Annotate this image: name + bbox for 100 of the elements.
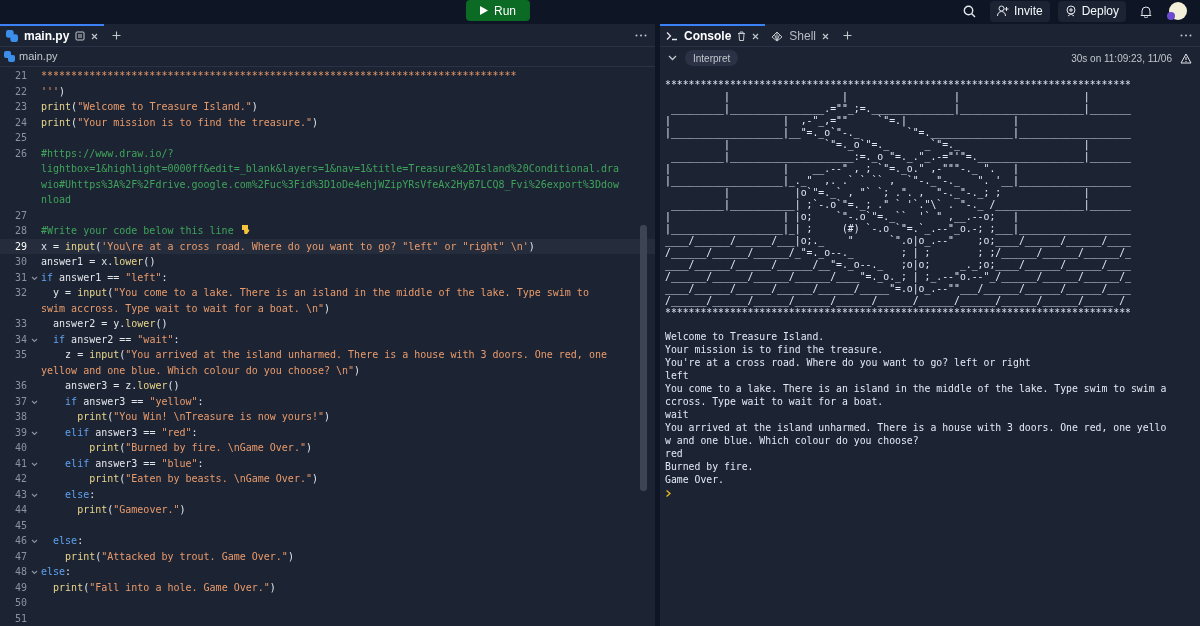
code-line: ******************************************************************************* (41, 70, 517, 81)
ascii-art: ******************************************************************************* | | | | _________|________________.=""_;=.______________|_____________________|_______ | | ,-"_,="" `"=.| | |___________________|__"=._o`"-._ `"=.______________|___________________ | `"=._o`"=._ _`"=._ | _________|_____________________:=._o "=._."_.-="'"=.__________________|_______ | | __.--" , ; `"=._o." ,-"""-._ ". | |___________________|_._" ,. .` ` `` , `"-._"-._ ". '__|___________________ | |o`"=._` , "` `; .". , "-._"-._; ; | _________|___________| ;`-.o`"=._; ." ` '`."\` . "-._ /_______________|_______ | | |o; `"-.o`"=._`` '` " ,__.--o; | |___________________|_| ; (#) `-.o `"=.`_.--"_o.-; ;___|___________________ ____/______/______/___|o;._ " `".o|o_.--" ;o;____/______/______/____ /______/______/______/_"=._o--._ ; | ; ; ;/______/______/______/_ ____/______/______/______/__"=._o--._ ;o|o; _._;o;____/______/______/____ /______/______/______/______/____"=._o._; | ;_.--"o.--"_/______/______/______/_ ____/______/______/______/______/_____"=.o|o_.--""___/______/______/______/____ /______/______/______/______/______/______/______/______/______/______/_____ / ******************************************************************************* (665, 79, 1131, 319)
console-output-line: You're at a cross road. Where do you want to go? left or right (665, 356, 1032, 369)
invite-button[interactable]: Invite (989, 0, 1050, 22)
line-number: 22 (13, 84, 27, 99)
line-number: 21 (13, 69, 27, 83)
line-number: 32 (13, 286, 27, 300)
line-number: 37 (13, 394, 27, 409)
run-button[interactable]: Run (466, 0, 530, 21)
line-number: 36 (13, 379, 27, 393)
chevron-down-icon[interactable] (668, 55, 677, 61)
code-line: print("Eaten by beasts. \nGame Over.") (88, 473, 318, 484)
console-output-line: wait (665, 408, 690, 421)
code-line: print("Your mission is to find the treasure.") (41, 116, 318, 128)
console-output-line: Welcome to Treasure Island. (665, 330, 826, 343)
code-line: ''') (41, 85, 66, 97)
console-output-line: You come to a lake. There is an island in the middle of the lake. Type swim to swim accross. Type wait to wait for a boat. (665, 382, 1168, 408)
line-number: 45 (13, 518, 27, 533)
close-icon[interactable] (752, 32, 760, 40)
code-line: else: (41, 566, 72, 577)
close-icon[interactable] (91, 32, 99, 40)
prompt-icon (666, 490, 671, 497)
line-number: 41 (13, 456, 27, 471)
code-line: z = input("You arrived at the island unharmed. There is a house with 3 doors. One red, one yellow and one blue. Which colour do you choose? \n") (41, 349, 608, 376)
play-icon (480, 6, 488, 15)
line-number: 48 (13, 565, 27, 579)
code-line: else: (64, 488, 96, 500)
line-number: 34 (13, 332, 27, 347)
fold-chevron-icon[interactable] (30, 399, 38, 405)
line-number: 24 (13, 115, 27, 130)
terminal-icon (666, 31, 678, 41)
code-line: if answer1 == "left": (41, 271, 168, 283)
code-line: elif answer3 == "red": (64, 426, 198, 438)
code-line: answer1 = x.lower() (41, 256, 156, 267)
tab[interactable]: main.py (0, 23, 105, 47)
warning-icon[interactable] (1180, 52, 1192, 64)
line-number: 49 (13, 580, 27, 595)
console-output-line: Burned by fire. (665, 460, 755, 473)
line-number: 33 (13, 317, 27, 331)
console-output-line: Your mission is to find the treasure. (665, 343, 885, 356)
search-icon[interactable] (962, 4, 976, 18)
code-line: answer2 = y.lower() (52, 318, 168, 329)
line-number: 50 (13, 596, 27, 610)
interpret-button[interactable]: Interpret (685, 50, 739, 66)
breadcrumb-item[interactable]: main.py (19, 48, 58, 65)
add-tab-icon[interactable] (112, 30, 122, 40)
trash-icon[interactable] (737, 31, 747, 41)
shell-icon (771, 30, 784, 42)
line-number: 25 (13, 131, 27, 145)
fold-chevron-icon[interactable] (30, 430, 38, 436)
code-line: print("Fall into a hole. Game Over.") (52, 581, 276, 593)
code-line: answer3 = z.lower() (64, 380, 180, 391)
fold-chevron-icon[interactable] (30, 275, 38, 281)
fold-chevron-icon[interactable] (30, 539, 38, 544)
deploy-button[interactable]: Deploy (1057, 0, 1126, 22)
line-number: 38 (13, 410, 27, 424)
code-line: else: (52, 535, 84, 546)
python-file-icon (4, 51, 15, 62)
add-tab-icon[interactable] (843, 30, 853, 40)
code-line: elif answer3 == "blue": (64, 457, 204, 469)
line-number: 27 (13, 208, 27, 223)
more-icon[interactable] (635, 33, 647, 37)
line-number: 26 (13, 146, 27, 161)
code-line: y = input("You come to a lake. There is an island in the middle of the lake. Type swim to swim accross. Type wait to wait for a boat. \n") (41, 287, 590, 314)
line-number: 46 (13, 534, 27, 548)
scrollbar-thumb[interactable] (640, 225, 647, 491)
fold-chevron-icon[interactable] (30, 337, 38, 343)
code-line: print("Burned by fire. \nGame Over.") (88, 442, 312, 453)
notification-bell-icon[interactable] (1140, 4, 1152, 18)
code-line: x = input('You\re at a cross road. Where do you want to go? "left" or "right" \n') (41, 240, 535, 252)
tab[interactable]: Shell (765, 23, 836, 47)
close-icon[interactable] (822, 32, 830, 40)
line-number: 23 (13, 100, 27, 114)
add-person-icon (996, 5, 1009, 17)
line-number: 44 (13, 503, 27, 517)
line-number: 31 (13, 270, 27, 285)
code-line: #https://www.draw.io/?lightbox=1&highlight=0000ff&edit=_blank&layers=1&nav=1&title=Treasure%20Island%20Conditional.drawio#Uhttps%3A%2F%2Fdrive.google.com%2Fuc%3Fid%3D1oDe4ehjWZipYRsVfeAx2HyB7LCQ8_Fvi%26export%3Ddownload (41, 147, 619, 205)
fold-chevron-icon[interactable] (30, 461, 38, 467)
line-number: 51 (13, 611, 27, 626)
console-output-line: red (665, 447, 684, 460)
line-number: 39 (13, 425, 27, 440)
run-info: 30s on 11:09:23, 11/06 (1071, 51, 1172, 66)
code-line: if answer2 == "wait": (52, 333, 180, 345)
more-icon[interactable] (1180, 33, 1192, 37)
line-number: 28 (13, 224, 27, 238)
deploy-icon (1064, 5, 1077, 17)
line-number: 35 (13, 348, 27, 362)
code-line: print("Attacked by trout. Game Over.") (64, 550, 294, 562)
fold-chevron-icon[interactable] (30, 570, 38, 575)
avatar-icon[interactable] (1166, 1, 1188, 21)
code-line: print("Gameover.") (76, 504, 186, 515)
fold-chevron-icon[interactable] (30, 492, 38, 498)
code-line: print("You Win! \nTreasure is now yours!") (76, 411, 330, 422)
line-number: 47 (13, 549, 27, 564)
line-number: 30 (13, 255, 27, 269)
tab[interactable]: Console (660, 23, 766, 47)
code-line: if answer3 == "yellow": (64, 395, 204, 407)
line-number: 40 (13, 441, 27, 455)
line-number: 43 (13, 487, 27, 502)
file-icon[interactable] (75, 31, 86, 41)
